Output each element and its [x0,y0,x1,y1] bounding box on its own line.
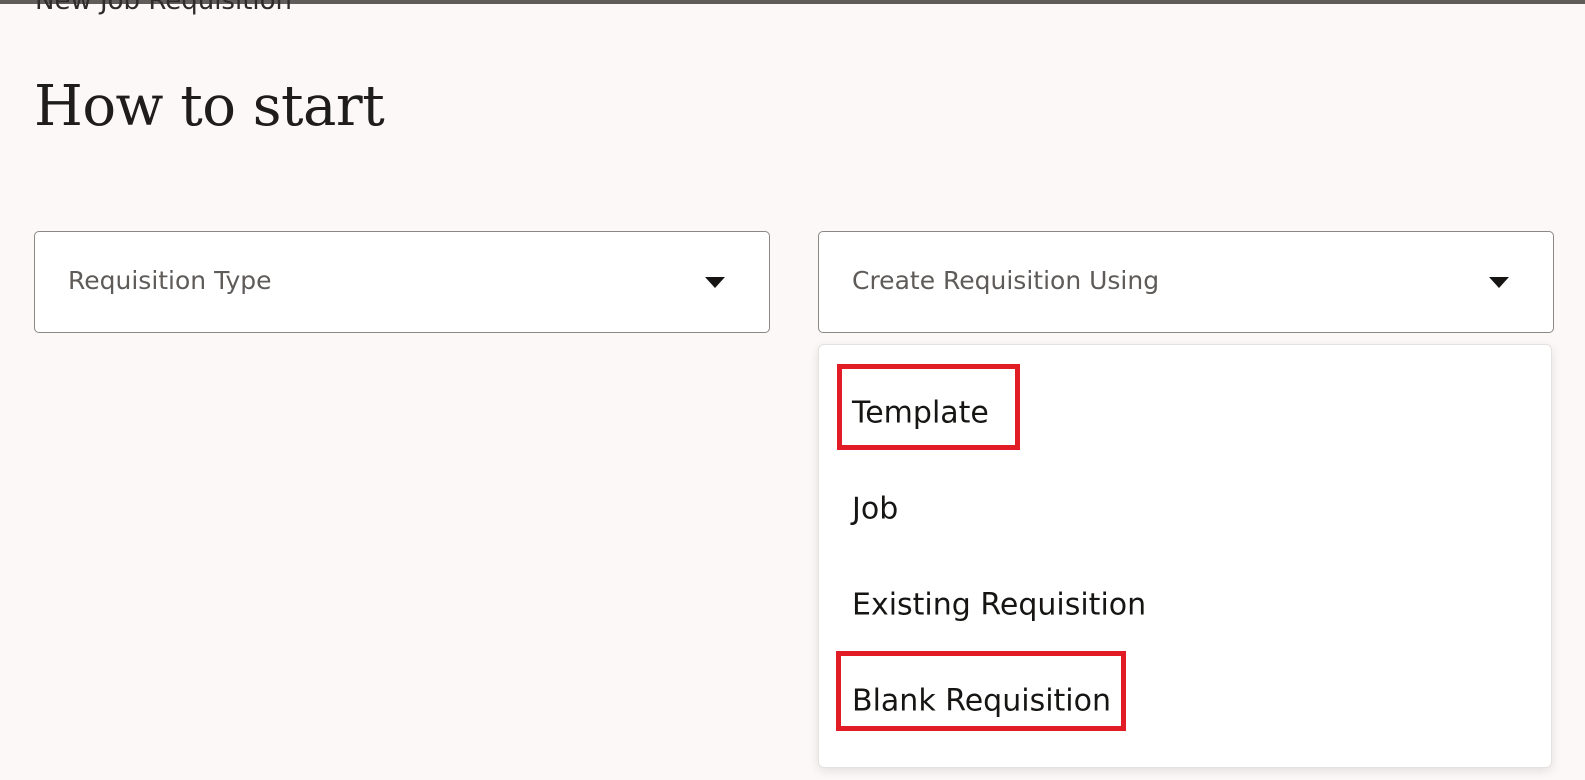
option-job[interactable]: Job [819,461,1551,557]
chevron-down-icon[interactable] [705,277,725,288]
create-requisition-using-select[interactable]: Create Requisition Using [818,231,1554,333]
chevron-down-icon[interactable] [1489,277,1509,288]
option-label: Job [852,491,899,527]
page-title: How to start [34,74,385,139]
option-label: Blank Requisition [852,683,1111,719]
option-template[interactable]: Template [819,365,1551,461]
requisition-type-select[interactable]: Requisition Type [34,231,770,333]
requisition-type-label: Requisition Type [68,266,272,295]
option-label: Template [852,395,989,431]
option-blank-requisition[interactable]: Blank Requisition [819,653,1551,749]
page-header: New Job Requisition [35,0,292,16]
option-existing-requisition[interactable]: Existing Requisition [819,557,1551,653]
create-requisition-using-dropdown: Template Job Existing Requisition Blank … [818,344,1552,768]
create-requisition-using-label: Create Requisition Using [852,266,1160,295]
option-label: Existing Requisition [852,587,1147,623]
